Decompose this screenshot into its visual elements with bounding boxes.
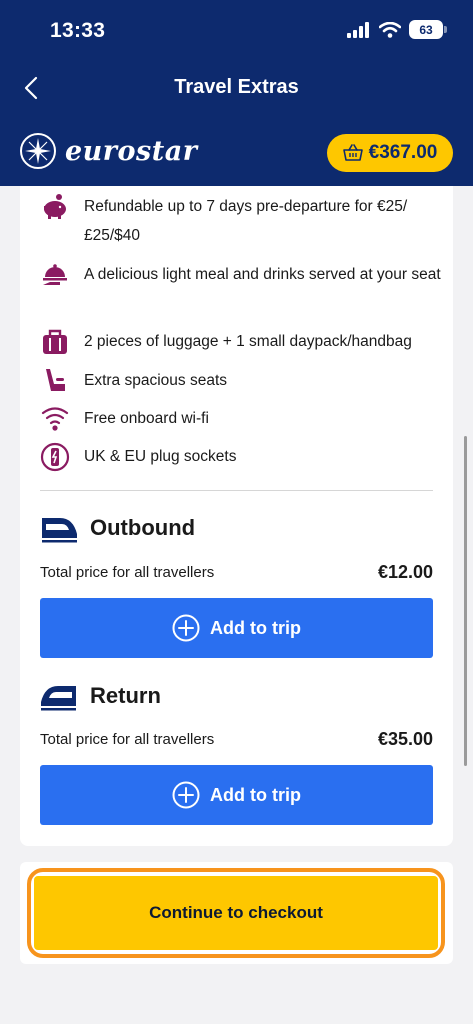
return-price-row: Total price for all travellers €35.00 bbox=[40, 729, 433, 750]
feature-text: UK & EU plug sockets bbox=[84, 448, 237, 465]
section-divider bbox=[40, 490, 433, 491]
status-time: 13:33 bbox=[50, 19, 106, 42]
basket-icon bbox=[342, 144, 363, 161]
outbound-add-label: Add to trip bbox=[210, 617, 301, 638]
plug-icon bbox=[40, 442, 70, 472]
outbound-price-label: Total price for all travellers bbox=[40, 564, 215, 581]
system-icons: 63 bbox=[347, 20, 447, 39]
extras-card: Refundable up to 7 days pre-departure fo… bbox=[20, 186, 453, 846]
feature-text: Refundable up to 7 days pre-departure fo… bbox=[84, 198, 408, 244]
feature-item: Free onboard wi-fi bbox=[40, 404, 444, 434]
feature-text: A delicious light meal and drinks served… bbox=[84, 266, 441, 283]
return-add-label: Add to trip bbox=[210, 784, 301, 805]
feature-item: A delicious light meal and drinks served… bbox=[40, 260, 444, 290]
return-header: Return bbox=[40, 680, 161, 712]
train-icon bbox=[41, 686, 76, 711]
basket-total-button[interactable]: €367.00 bbox=[327, 134, 453, 172]
piggy-bank-icon bbox=[44, 194, 66, 219]
plus-circle-icon bbox=[172, 781, 200, 809]
seat-icon bbox=[46, 369, 65, 391]
plus-circle-icon bbox=[172, 614, 200, 642]
return-price: €35.00 bbox=[377, 729, 433, 749]
eurostar-star-icon bbox=[20, 133, 56, 169]
outbound-header: Outbound bbox=[40, 512, 195, 544]
logo-text: eurostar bbox=[65, 135, 198, 167]
feature-item: Refundable up to 7 days pre-departure fo… bbox=[40, 192, 444, 250]
feature-text: Free onboard wi-fi bbox=[84, 410, 209, 427]
battery-indicator: 63 bbox=[409, 20, 447, 39]
page-title: Travel Extras bbox=[174, 76, 299, 98]
status-bar: 13:33 63 bbox=[0, 0, 473, 62]
feature-text: Extra spacious seats bbox=[84, 372, 228, 389]
brand-bar: eurostar €367.00 bbox=[0, 124, 473, 180]
feature-item: 2 pieces of luggage + 1 small daypack/ha… bbox=[40, 327, 444, 357]
scrollbar[interactable] bbox=[464, 436, 467, 766]
train-icon bbox=[42, 518, 77, 543]
checkout-footer: Continue to checkout bbox=[20, 862, 453, 964]
wifi-icon bbox=[41, 407, 69, 431]
wifi-status-icon bbox=[379, 21, 401, 38]
meal-service-icon bbox=[43, 264, 67, 285]
outbound-add-to-trip-button[interactable]: Add to trip bbox=[40, 598, 433, 658]
return-title: Return bbox=[90, 683, 161, 708]
outbound-title: Outbound bbox=[90, 515, 196, 540]
continue-to-checkout-button[interactable]: Continue to checkout bbox=[34, 876, 438, 950]
nav-bar: Travel Extras bbox=[0, 62, 473, 114]
outbound-price-row: Total price for all travellers €12.00 bbox=[40, 562, 433, 583]
feature-item: UK & EU plug sockets bbox=[40, 442, 444, 472]
feature-item: Extra spacious seats bbox=[40, 366, 444, 396]
cellular-signal-icon bbox=[347, 21, 369, 38]
basket-total: €367.00 bbox=[368, 142, 438, 163]
luggage-icon bbox=[43, 329, 67, 354]
app-header: 13:33 63 Travel Extras eurostar €367.00 bbox=[0, 0, 473, 186]
eurostar-logo: eurostar bbox=[19, 132, 197, 170]
return-add-to-trip-button[interactable]: Add to trip bbox=[40, 765, 433, 825]
outbound-price: €12.00 bbox=[377, 562, 433, 582]
return-price-label: Total price for all travellers bbox=[40, 731, 215, 748]
feature-text: 2 pieces of luggage + 1 small daypack/ha… bbox=[84, 333, 412, 350]
